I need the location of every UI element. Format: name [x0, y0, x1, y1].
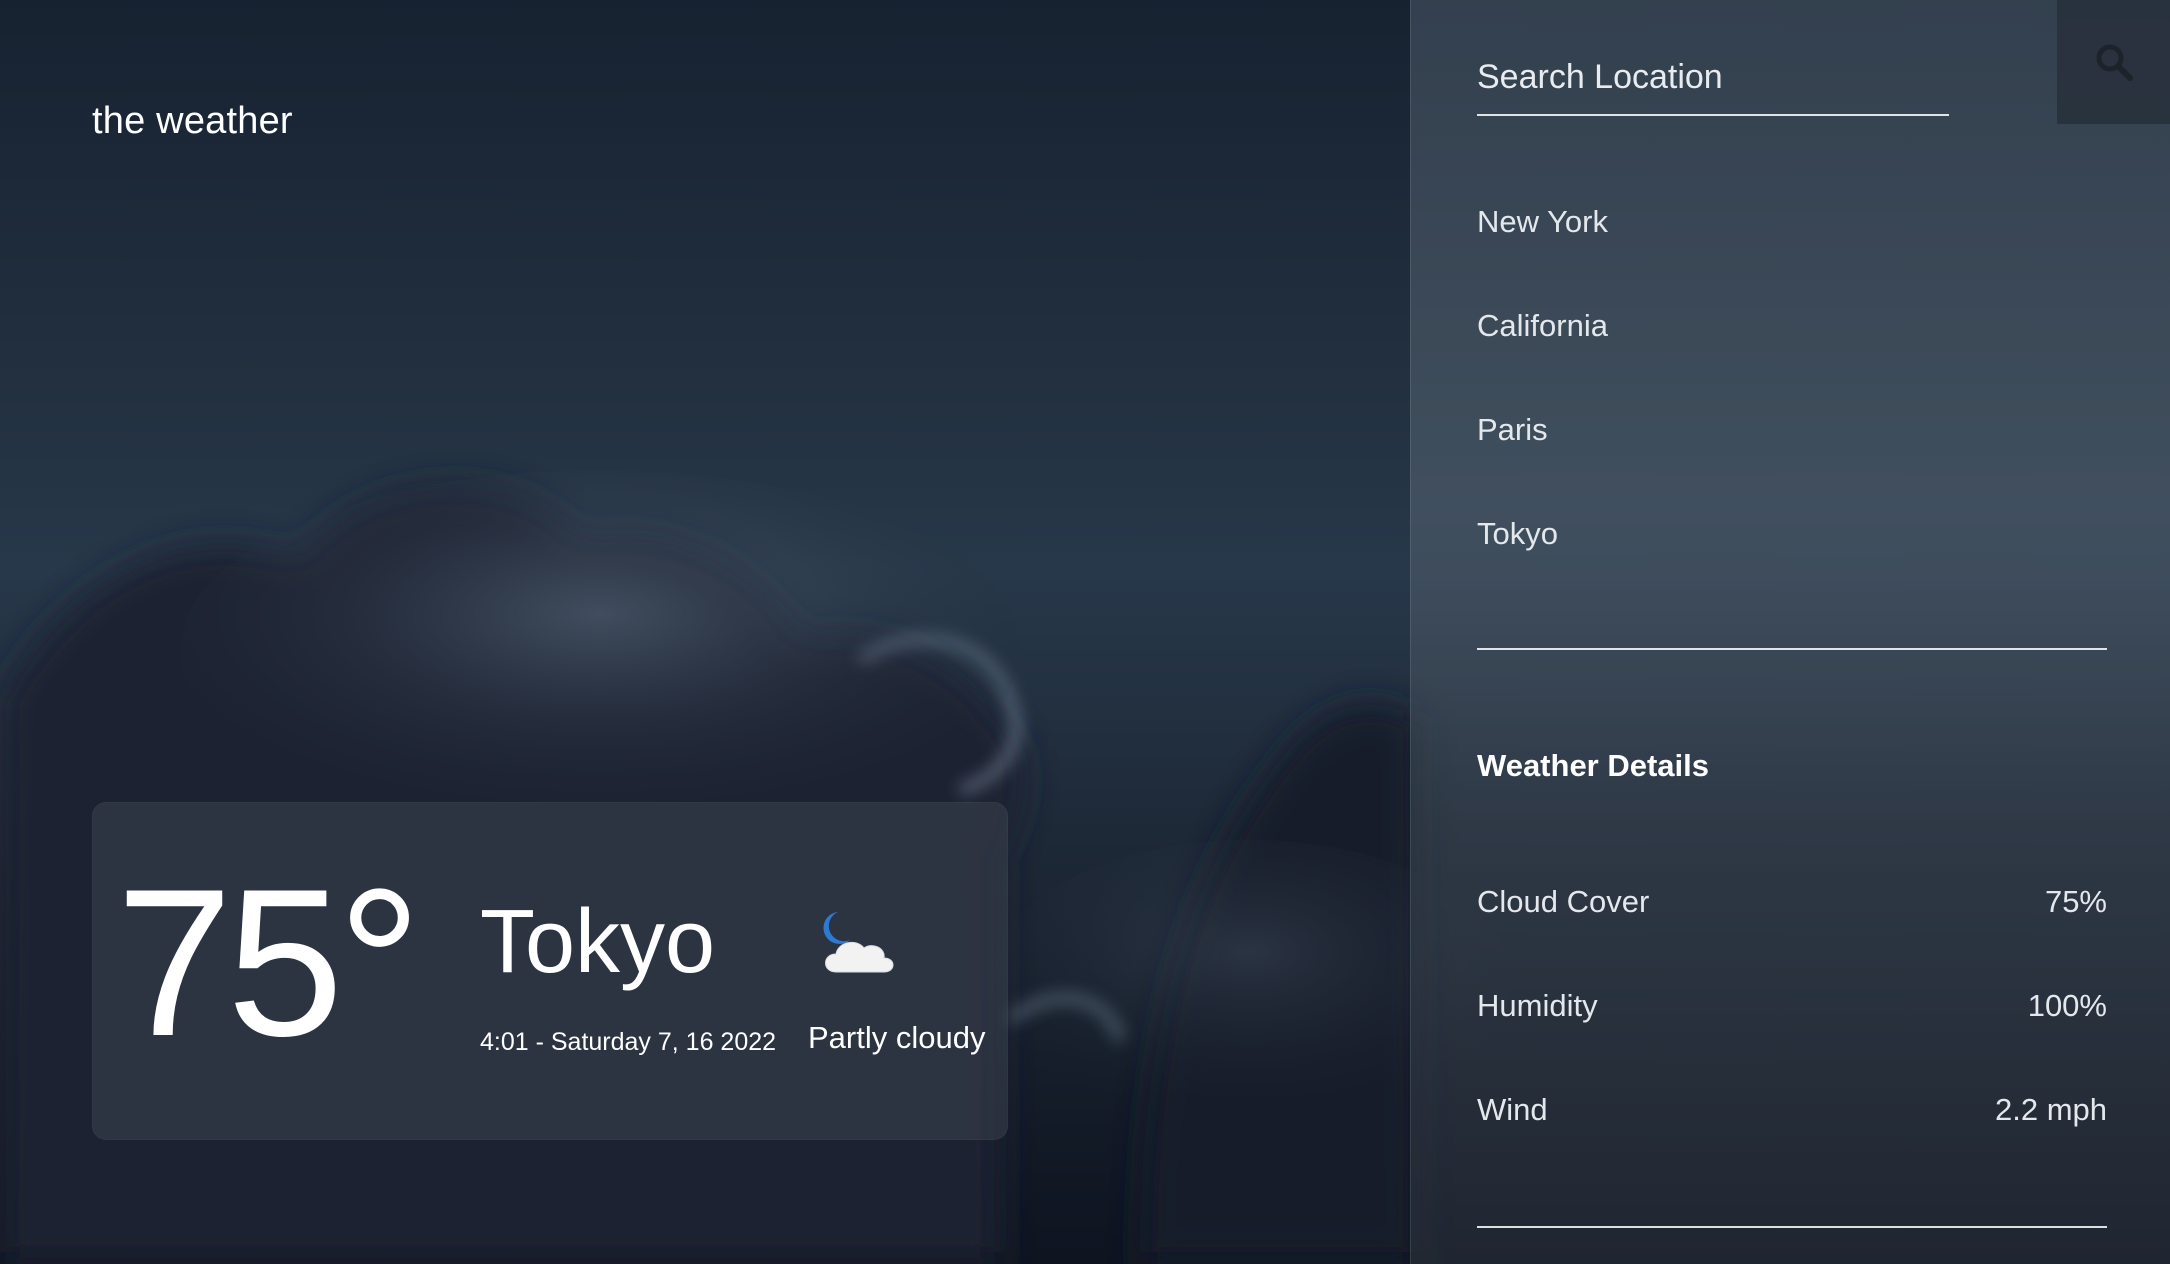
side-panel: New York California Paris Tokyo Weather …	[1410, 0, 2170, 1264]
date-time: 4:01 - Saturday 7, 16 2022	[480, 1028, 777, 1056]
detail-row-cloud-cover: Cloud Cover 75%	[1477, 884, 2107, 920]
temperature: 75°	[116, 845, 422, 1080]
detail-value: 75%	[2044, 884, 2107, 919]
app-brand: the weather	[92, 100, 293, 142]
city-name: Tokyo	[480, 892, 716, 992]
detail-label: Wind	[1477, 1092, 1548, 1127]
search-input[interactable]	[1477, 40, 1949, 116]
location-list: New York California Paris Tokyo	[1477, 192, 1608, 608]
divider-bottom	[1477, 1226, 2107, 1228]
detail-value: 100%	[2027, 988, 2107, 1023]
detail-label: Humidity	[1477, 988, 1598, 1023]
detail-row-wind: Wind 2.2 mph	[1477, 1092, 2107, 1128]
location-item-paris[interactable]: Paris	[1477, 400, 1608, 504]
weather-details-title: Weather Details	[1477, 748, 1710, 783]
location-item-tokyo[interactable]: Tokyo	[1477, 504, 1608, 608]
detail-label: Cloud Cover	[1477, 884, 1650, 919]
divider-top	[1477, 648, 2107, 650]
partly-cloudy-night-icon	[823, 912, 894, 973]
search-button[interactable]	[2057, 0, 2170, 124]
detail-row-humidity: Humidity 100%	[1477, 988, 2107, 1024]
location-item-california[interactable]: California	[1477, 296, 1608, 400]
detail-value: 2.2 mph	[1994, 1092, 2107, 1127]
location-item-new-york[interactable]: New York	[1477, 192, 1608, 296]
condition-text: Partly cloudy	[808, 1020, 986, 1055]
search-icon	[2096, 44, 2133, 81]
current-weather-card: 75° Tokyo 4:01 - Saturday 7, 16 2022 Par…	[92, 802, 1008, 1140]
weather-app: the weather 75° Tokyo 4:01 - Saturday 7,…	[0, 0, 2170, 1264]
